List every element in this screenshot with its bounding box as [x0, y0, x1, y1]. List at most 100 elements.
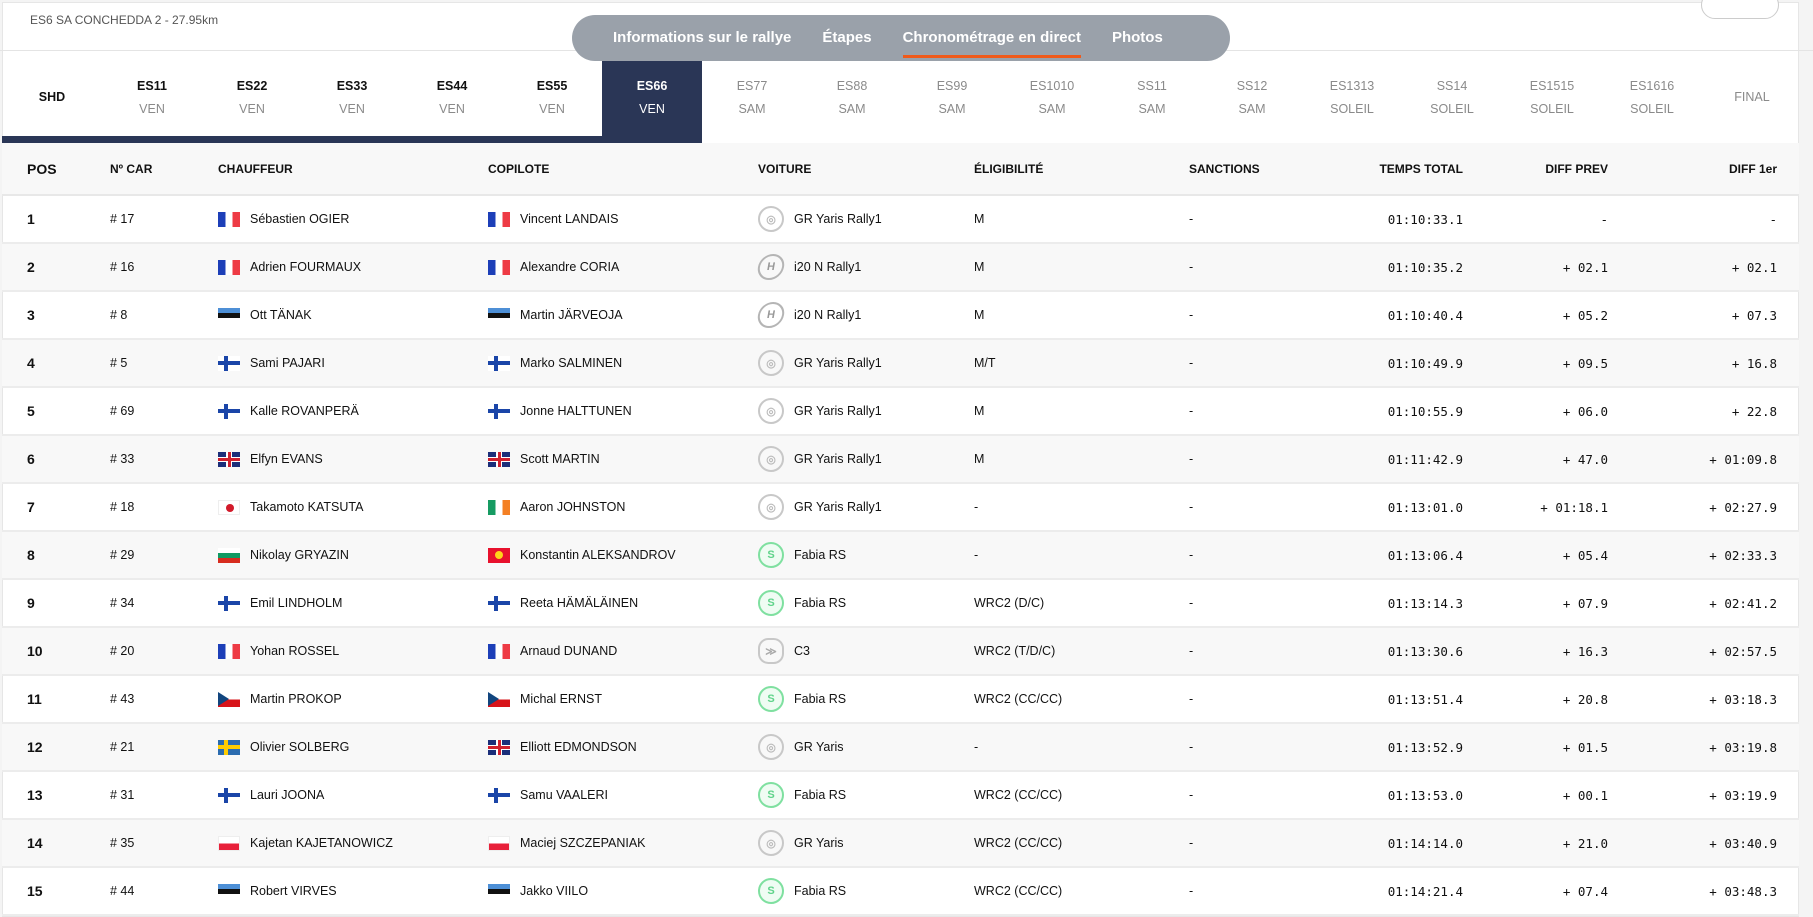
- driver-name[interactable]: Sébastien OGIER: [250, 212, 349, 226]
- driver-name[interactable]: Robert VIRVES: [250, 884, 337, 898]
- stage-tab-ss14[interactable]: SS14 SOLEIL: [1402, 51, 1502, 143]
- col-sanctions[interactable]: SANCTIONS: [1189, 143, 1309, 196]
- driver-name[interactable]: Martin PROKOP: [250, 692, 342, 706]
- col-pos[interactable]: POS: [2, 143, 110, 196]
- stage-tab-es55[interactable]: ES55 VEN: [502, 51, 602, 143]
- stage-tab-shd[interactable]: SHD: [2, 51, 102, 143]
- driver-name[interactable]: Adrien FOURMAUX: [250, 260, 361, 274]
- codriver-name[interactable]: Martin JÄRVEOJA: [520, 308, 623, 322]
- stage-tab-es11[interactable]: ES11 VEN: [102, 51, 202, 143]
- stage-day: SAM: [1038, 101, 1066, 116]
- stage-tab-ss11[interactable]: SS11 SAM: [1102, 51, 1202, 143]
- stage-tab-es44[interactable]: ES44 VEN: [402, 51, 502, 143]
- codriver-name[interactable]: Samu VAALERI: [520, 788, 608, 802]
- col-total-time[interactable]: TEMPS TOTAL: [1309, 143, 1463, 196]
- driver-name[interactable]: Emil LINDHOLM: [250, 596, 342, 610]
- flag-fi-icon: [488, 787, 510, 803]
- stage-tab-es33[interactable]: ES33 VEN: [302, 51, 402, 143]
- stage-tab-es22[interactable]: ES22 VEN: [202, 51, 302, 143]
- stage-name: FINAL: [1734, 90, 1770, 104]
- driver-name[interactable]: Ott TÄNAK: [250, 308, 312, 322]
- col-codriver[interactable]: COPILOTE: [488, 143, 758, 196]
- codriver-name[interactable]: Reeta HÄMÄLÄINEN: [520, 596, 638, 610]
- position: 12: [2, 723, 110, 772]
- codriver-name[interactable]: Vincent LANDAIS: [520, 212, 618, 226]
- stage-tab-es77[interactable]: ES77 SAM: [702, 51, 802, 143]
- diff-prev: + 01:18.1: [1463, 483, 1608, 532]
- diff-first: + 03:48.3: [1608, 867, 1799, 916]
- diff-first: + 16.8: [1608, 339, 1799, 388]
- nav-tab-3[interactable]: Photos: [1112, 15, 1163, 61]
- table-row[interactable]: 11 # 43 Martin PROKOP Michal ERNST S Fabia RS…: [2, 675, 1799, 724]
- col-car[interactable]: Nº CAR: [110, 143, 218, 196]
- car-number: # 5: [110, 339, 218, 388]
- table-row[interactable]: 9 # 34 Emil LINDHOLM Reeta HÄMÄLÄINEN S Fabia…: [2, 579, 1799, 628]
- diff-prev: + 01.5: [1463, 723, 1608, 772]
- codriver-name[interactable]: Aaron JOHNSTON: [520, 500, 625, 514]
- vehicle-name: Fabia RS: [794, 788, 847, 802]
- col-eligibility[interactable]: ÉLIGIBILITÉ: [974, 143, 1189, 196]
- driver-name[interactable]: Kajetan KAJETANOWICZ: [250, 836, 393, 850]
- col-vehicle[interactable]: VOITURE: [758, 143, 974, 196]
- car-number: # 35: [110, 819, 218, 868]
- nav-tab-2[interactable]: Chronométrage en direct: [902, 15, 1082, 61]
- col-diff-first[interactable]: DIFF 1er: [1608, 143, 1799, 196]
- stage-tab-es88[interactable]: ES88 SAM: [802, 51, 902, 143]
- stage-tab-es1616[interactable]: ES1616 SOLEIL: [1602, 51, 1702, 143]
- position: 13: [2, 771, 110, 820]
- table-row[interactable]: 4 # 5 Sami PAJARI Marko SALMINEN ◎ GR Yaris R…: [2, 339, 1799, 388]
- codriver-name[interactable]: Alexandre CORIA: [520, 260, 619, 274]
- codriver-name[interactable]: Konstantin ALEKSANDROV: [520, 548, 676, 562]
- stage-tab-final[interactable]: FINAL: [1702, 51, 1802, 143]
- table-row[interactable]: 15 # 44 Robert VIRVES Jakko VIILO S Fabia RS W…: [2, 867, 1799, 916]
- table-row[interactable]: 5 # 69 Kalle ROVANPERÄ Jonne HALTTUNEN ◎ GR Y…: [2, 387, 1799, 436]
- stage-tab-es66[interactable]: ES66 VEN: [602, 51, 702, 143]
- stage-tab-ss12[interactable]: SS12 SAM: [1202, 51, 1302, 143]
- driver-name[interactable]: Nikolay GRYAZIN: [250, 548, 349, 562]
- driver-name[interactable]: Yohan ROSSEL: [250, 644, 339, 658]
- diff-prev: + 05.4: [1463, 531, 1608, 580]
- stage-tab-es1515[interactable]: ES1515 SOLEIL: [1502, 51, 1602, 143]
- position: 2: [2, 243, 110, 292]
- eligibility: WRC2 (CC/CC): [974, 675, 1189, 724]
- stage-tab-es1313[interactable]: ES1313 SOLEIL: [1302, 51, 1402, 143]
- table-row[interactable]: 12 # 21 Olivier SOLBERG Elliott EDMONDSON ◎ G…: [2, 723, 1799, 772]
- driver-name[interactable]: Lauri JOONA: [250, 788, 324, 802]
- table-row[interactable]: 8 # 29 Nikolay GRYAZIN Konstantin ALEKSANDR…: [2, 531, 1799, 580]
- nav-tab-1[interactable]: Étapes: [822, 15, 871, 61]
- driver-name[interactable]: Sami PAJARI: [250, 356, 325, 370]
- codriver-name[interactable]: Jonne HALTTUNEN: [520, 404, 632, 418]
- stage-tab-es1010[interactable]: ES1010 SAM: [1002, 51, 1102, 143]
- col-driver[interactable]: CHAUFFEUR: [218, 143, 488, 196]
- flag-ee-icon: [488, 307, 510, 323]
- table-row[interactable]: 3 # 8 Ott TÄNAK Martin JÄRVEOJA Hi20 N Rally…: [2, 291, 1799, 340]
- diff-first: + 03:19.8: [1608, 723, 1799, 772]
- table-row[interactable]: 1 # 17 Sébastien OGIER Vincent LANDAIS ◎ GR Y…: [2, 195, 1799, 244]
- driver-name[interactable]: Kalle ROVANPERÄ: [250, 404, 359, 418]
- table-row[interactable]: 13 # 31 Lauri JOONA Samu VAALERI S Fabia RS WR…: [2, 771, 1799, 820]
- driver-name[interactable]: Olivier SOLBERG: [250, 740, 349, 754]
- table-row[interactable]: 6 # 33 Elfyn EVANS Scott MARTIN ◎ GR Yaris Ra…: [2, 435, 1799, 484]
- codriver-name[interactable]: Maciej SZCZEPANIAK: [520, 836, 646, 850]
- codriver-name[interactable]: Michal ERNST: [520, 692, 602, 706]
- driver-name[interactable]: Takamoto KATSUTA: [250, 500, 363, 514]
- codriver-name[interactable]: Jakko VIILO: [520, 884, 588, 898]
- table-row[interactable]: 7 # 18 Takamoto KATSUTA Aaron JOHNSTON ◎ GR Y…: [2, 483, 1799, 532]
- table-row[interactable]: 2 # 16 Adrien FOURMAUX Alexandre CORIA Hi20 …: [2, 243, 1799, 292]
- stage-day: VEN: [539, 101, 565, 116]
- col-diff-prev[interactable]: DIFF PREV: [1463, 143, 1608, 196]
- vehicle-name: GR Yaris Rally1: [794, 452, 882, 466]
- sanctions: -: [1189, 483, 1309, 532]
- nav-tab-0[interactable]: Informations sur le rallye: [613, 15, 791, 61]
- stage-tab-es99[interactable]: ES99 SAM: [902, 51, 1002, 143]
- codriver-name[interactable]: Marko SALMINEN: [520, 356, 622, 370]
- position: 14: [2, 819, 110, 868]
- total-time: 01:13:51.4: [1309, 675, 1463, 724]
- driver-name[interactable]: Elfyn EVANS: [250, 452, 323, 466]
- table-row[interactable]: 14 # 35 Kajetan KAJETANOWICZ Maciej SZCZEPA…: [2, 819, 1799, 868]
- codriver-name[interactable]: Arnaud DUNAND: [520, 644, 617, 658]
- table-row[interactable]: 10 # 20 Yohan ROSSEL Arnaud DUNAND ≫ C3 WRC2 (…: [2, 627, 1799, 676]
- codriver-name[interactable]: Elliott EDMONDSON: [520, 740, 637, 754]
- codriver-name[interactable]: Scott MARTIN: [520, 452, 600, 466]
- top-right-button[interactable]: [1701, 0, 1779, 19]
